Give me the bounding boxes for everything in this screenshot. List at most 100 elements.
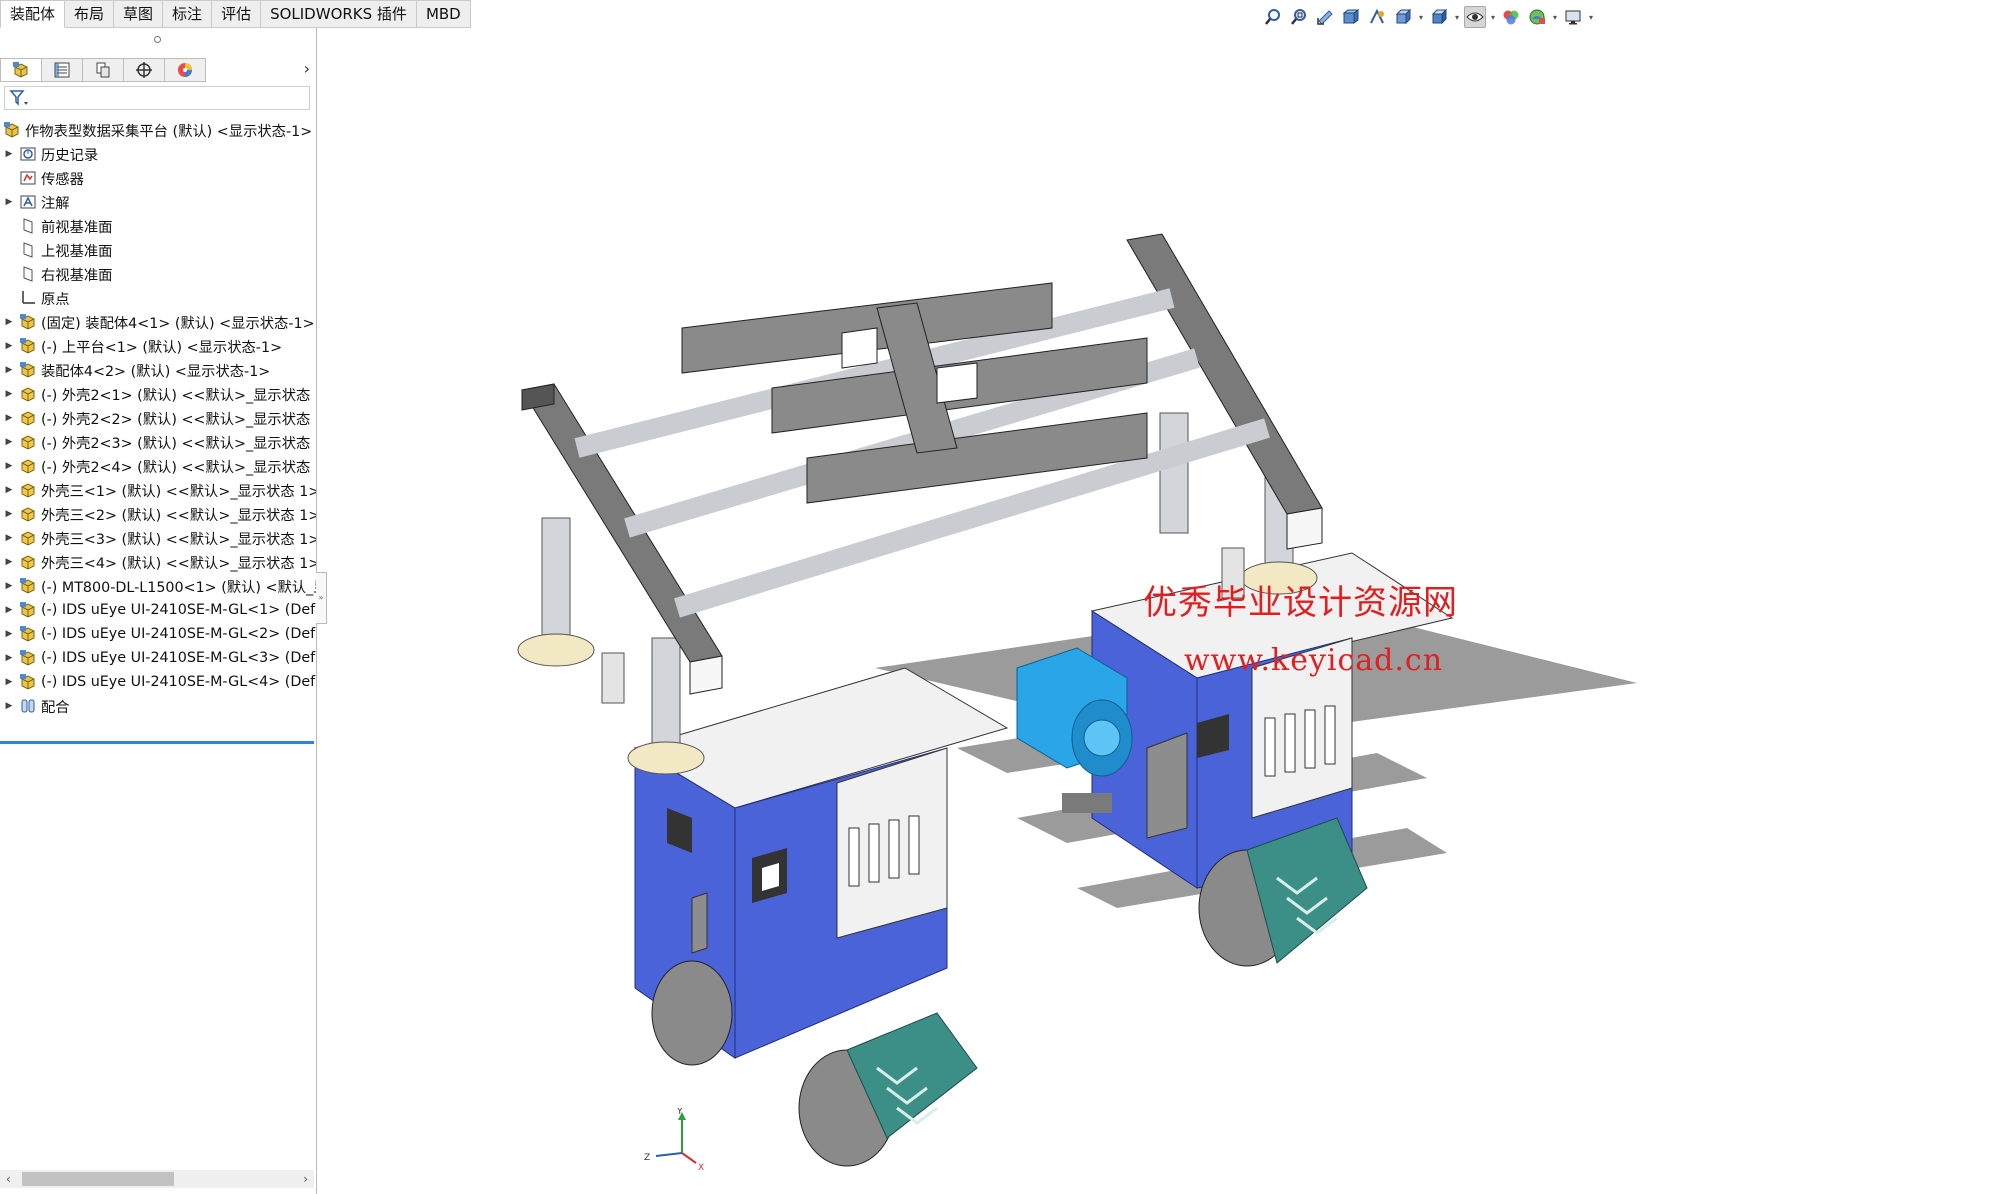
graphics-viewport[interactable]: 优秀毕业设计资源网 www.keyicad.cn Y Z X [317, 28, 1995, 1194]
expand-arrow-icon[interactable]: ▶ [0, 389, 18, 399]
expand-arrow-icon[interactable]: ▶ [0, 341, 18, 351]
propertymanager-icon[interactable] [42, 58, 83, 82]
expand-arrow-icon[interactable]: ▶ [0, 461, 18, 471]
tab-markup[interactable]: 标注 [163, 0, 213, 28]
chevron-down-icon[interactable]: ▾ [1490, 6, 1496, 28]
tree-item[interactable]: ▶ (固定) 装配体4<1> (默认) <显示状态-1> [0, 310, 316, 334]
expand-arrow-icon[interactable]: ▶ [0, 677, 18, 687]
tree-item[interactable]: 原点 [0, 286, 316, 310]
tree-item[interactable]: ▶ (-) IDS uEye UI-2410SE-M-GL<2> (Default… [0, 622, 316, 646]
expand-arrow-icon[interactable]: ▶ [0, 317, 18, 327]
displaymanager-icon[interactable] [165, 58, 206, 82]
scrollbar-thumb[interactable] [22, 1172, 174, 1186]
tree-item[interactable]: ▶ 配合 [0, 694, 316, 718]
part-icon [18, 481, 38, 499]
tree-item-label: (-) 外壳2<3> (默认) <<默认>_显示状态 1> [41, 435, 316, 452]
assembly-icon [18, 361, 38, 379]
expand-arrow-icon[interactable]: ▶ [0, 581, 18, 591]
tree-item[interactable]: ▶ 外壳三<1> (默认) <<默认>_显示状态 1> [0, 478, 316, 502]
tree-item[interactable]: ▶ 历史记录 [0, 142, 316, 166]
expand-arrow-icon[interactable]: ▶ [0, 197, 18, 207]
tree-root-assembly[interactable]: 作物表型数据采集平台 (默认) <显示状态-1> [0, 118, 316, 142]
chevron-down-icon[interactable]: ▾ [1552, 6, 1558, 28]
tab-evaluate[interactable]: 评估 [212, 0, 262, 28]
tab-layout[interactable]: 布局 [65, 0, 115, 28]
expand-arrow-icon[interactable]: ▶ [0, 365, 18, 375]
zoom-to-area-icon[interactable] [1288, 6, 1310, 28]
tree-item-label: 外壳三<3> (默认) <<默认>_显示状态 1> [41, 531, 316, 548]
tree-item[interactable]: ▶ 外壳三<2> (默认) <<默认>_显示状态 1> [0, 502, 316, 526]
chevron-down-icon[interactable]: ▾ [1418, 6, 1424, 28]
expand-arrow-icon[interactable]: ▶ [0, 701, 18, 711]
tab-assembly[interactable]: 装配体 [0, 0, 66, 28]
assembly-icon [18, 649, 38, 667]
tree-item-label: (-) IDS uEye UI-2410SE-M-GL<3> (Default) [41, 650, 316, 666]
tree-item[interactable]: ▶ (-) 外壳2<3> (默认) <<默认>_显示状态 1> [0, 430, 316, 454]
tree-item[interactable]: 上视基准面 [0, 238, 316, 262]
zoom-to-fit-icon[interactable] [1262, 6, 1284, 28]
tree-item[interactable]: ▶ (-) 外壳2<1> (默认) <<默认>_显示状态 1> [0, 382, 316, 406]
tree-item[interactable]: ▶ (-) 外壳2<4> (默认) <<默认>_显示状态 1> [0, 454, 316, 478]
featuremanager-icon[interactable] [0, 58, 42, 82]
expand-arrow-icon[interactable]: ▶ [0, 149, 18, 159]
chevron-down-icon[interactable]: ▾ [1454, 6, 1460, 28]
expand-arrow-icon[interactable]: ▶ [0, 557, 18, 567]
tab-mbd[interactable]: MBD [416, 0, 471, 28]
tree-item[interactable]: ▶ 外壳三<4> (默认) <<默认>_显示状态 1> [0, 550, 316, 574]
tab-solidworks-addins[interactable]: SOLIDWORKS 插件 [261, 0, 417, 28]
previous-view-icon[interactable] [1314, 6, 1336, 28]
tree-item[interactable]: ▶ (-) 上平台<1> (默认) <显示状态-1> [0, 334, 316, 358]
axis-triad: Y Z X [644, 1108, 704, 1173]
hide-show-items-icon[interactable] [1464, 6, 1486, 28]
display-style-icon[interactable] [1428, 6, 1450, 28]
expand-arrow-icon[interactable]: ▶ [0, 653, 18, 663]
chevron-down-icon[interactable]: ▾ [1588, 6, 1594, 28]
expand-arrow-icon[interactable]: ▶ [0, 509, 18, 519]
dynamic-annotation-icon[interactable] [1366, 6, 1388, 28]
tree-item[interactable]: ▶ (-) IDS uEye UI-2410SE-M-GL<4> (Default… [0, 670, 316, 694]
part-icon [18, 409, 38, 427]
dimxpert-icon[interactable] [124, 58, 165, 82]
tree-filter-input[interactable] [4, 86, 310, 110]
tree-item[interactable]: 前视基准面 [0, 214, 316, 238]
tree-item[interactable]: ▶ (-) IDS uEye UI-2410SE-M-GL<3> (Default… [0, 646, 316, 670]
tree-item[interactable]: ▶ 注解 [0, 190, 316, 214]
expand-arrow-icon[interactable]: ▶ [0, 605, 18, 615]
expand-arrow-icon[interactable]: ▶ [0, 629, 18, 639]
tree-item[interactable]: 右视基准面 [0, 262, 316, 286]
tree-item-label: 装配体4<2> (默认) <显示状态-1> [41, 363, 271, 380]
annotation-icon [18, 193, 38, 211]
scroll-left-icon[interactable]: ‹ [6, 1170, 11, 1188]
tree-item-label: 右视基准面 [41, 267, 113, 284]
view-settings-icon[interactable] [1562, 6, 1584, 28]
horizontal-scrollbar[interactable]: ‹ › [0, 1170, 314, 1188]
axis-x-label: X [698, 1163, 704, 1173]
configurationmanager-icon[interactable] [83, 58, 124, 82]
tree-item[interactable]: ▶ 装配体4<2> (默认) <显示状态-1> [0, 358, 316, 382]
rollback-bar[interactable] [0, 741, 314, 744]
edit-appearance-icon[interactable] [1500, 6, 1522, 28]
expand-arrow-icon[interactable]: ▶ [0, 533, 18, 543]
assembly-icon [18, 625, 38, 643]
tree-item[interactable]: 传感器 [0, 166, 316, 190]
view-orientation-icon[interactable] [1392, 6, 1414, 28]
apply-scene-icon[interactable] [1526, 6, 1548, 28]
expand-arrow-icon[interactable]: ▶ [0, 437, 18, 447]
tab-sketch[interactable]: 草图 [114, 0, 164, 28]
scroll-right-icon[interactable]: › [303, 1170, 308, 1188]
tree-item[interactable]: ▶ 外壳三<3> (默认) <<默认>_显示状态 1> [0, 526, 316, 550]
tree-item-label: (-) 外壳2<4> (默认) <<默认>_显示状态 1> [41, 459, 316, 476]
tree-item-label: (固定) 装配体4<1> (默认) <显示状态-1> [41, 315, 315, 332]
tree-item[interactable]: ▶ (-) 外壳2<2> (默认) <<默认>_显示状态 1> [0, 406, 316, 430]
origin-icon [18, 289, 38, 307]
expand-arrow-icon[interactable]: ▶ [0, 485, 18, 495]
assembly-icon [18, 577, 38, 595]
expand-arrow-icon[interactable]: ▶ [0, 413, 18, 423]
tree-item[interactable]: ▶ (-) MT800-DL-L1500<1> (默认) <默认_显示状态 1> [0, 574, 316, 598]
tree-item-label: (-) IDS uEye UI-2410SE-M-GL<2> (Default) [41, 626, 316, 642]
tree-item-label: 外壳三<2> (默认) <<默认>_显示状态 1> [41, 507, 316, 524]
section-view-icon[interactable] [1340, 6, 1362, 28]
chevron-right-icon[interactable]: › [304, 58, 310, 82]
tree-item[interactable]: ▶ (-) IDS uEye UI-2410SE-M-GL<1> (Default… [0, 598, 316, 622]
panel-grip[interactable] [154, 36, 161, 43]
